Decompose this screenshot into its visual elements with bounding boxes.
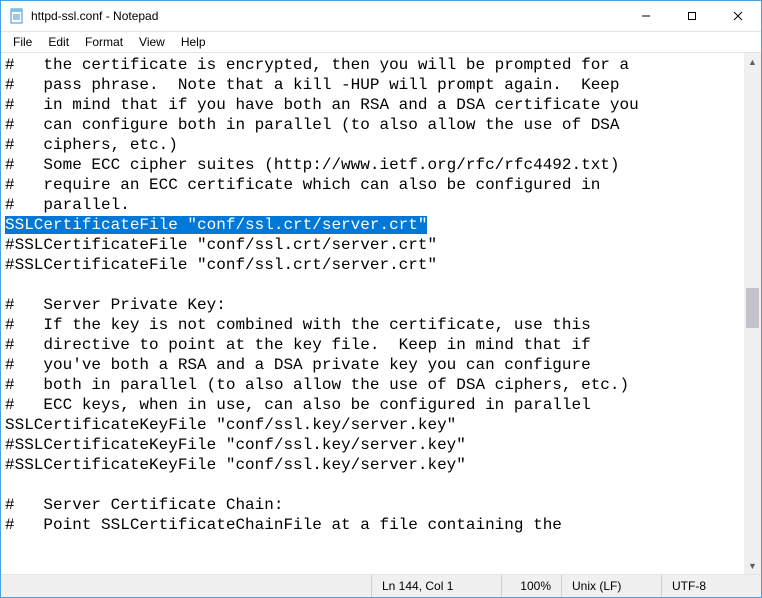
editor-line[interactable]: #SSLCertificateFile "conf/ssl.crt/server… [5,255,740,275]
notepad-window: httpd-ssl.conf - Notepad File Edit Forma… [0,0,762,598]
scroll-thumb[interactable] [746,288,759,328]
editor-line[interactable]: # ciphers, etc.) [5,135,740,155]
editor-line[interactable]: # ECC keys, when in use, can also be con… [5,395,740,415]
editor-line[interactable]: # both in parallel (to also allow the us… [5,375,740,395]
scroll-down-arrow[interactable]: ▼ [744,557,761,574]
status-zoom: 100% [501,575,561,597]
scroll-up-arrow[interactable]: ▲ [744,53,761,70]
status-empty [1,575,371,597]
editor-line[interactable] [5,275,740,295]
editor-line[interactable]: #SSLCertificateKeyFile "conf/ssl.key/ser… [5,435,740,455]
status-eol: Unix (LF) [561,575,661,597]
editor-line[interactable] [5,475,740,495]
notepad-icon [9,8,25,24]
editor-line[interactable]: SSLCertificateFile "conf/ssl.crt/server.… [5,215,740,235]
editor-line[interactable]: # directive to point at the key file. Ke… [5,335,740,355]
editor-line[interactable]: # Point SSLCertificateChainFile at a fil… [5,515,740,535]
editor-line[interactable]: SSLCertificateKeyFile "conf/ssl.key/serv… [5,415,740,435]
editor-line[interactable]: # Server Private Key: [5,295,740,315]
close-button[interactable] [715,1,761,31]
status-position: Ln 144, Col 1 [371,575,501,597]
menubar: File Edit Format View Help [1,32,761,52]
editor-line[interactable]: # Some ECC cipher suites (http://www.iet… [5,155,740,175]
editor-line[interactable]: # you've both a RSA and a DSA private ke… [5,355,740,375]
editor-line[interactable]: # pass phrase. Note that a kill -HUP wil… [5,75,740,95]
editor-area: # the certificate is encrypted, then you… [1,52,761,575]
minimize-button[interactable] [623,1,669,31]
text-editor[interactable]: # the certificate is encrypted, then you… [1,53,744,574]
vertical-scrollbar[interactable]: ▲ ▼ [744,53,761,574]
status-encoding: UTF-8 [661,575,761,597]
editor-line[interactable]: # can configure both in parallel (to als… [5,115,740,135]
menu-view[interactable]: View [131,33,173,51]
editor-line[interactable]: #SSLCertificateFile "conf/ssl.crt/server… [5,235,740,255]
editor-line[interactable]: # parallel. [5,195,740,215]
maximize-button[interactable] [669,1,715,31]
editor-line[interactable]: # Server Certificate Chain: [5,495,740,515]
window-title: httpd-ssl.conf - Notepad [31,9,158,23]
window-controls [623,1,761,31]
menu-file[interactable]: File [5,33,40,51]
editor-line[interactable]: # If the key is not combined with the ce… [5,315,740,335]
menu-edit[interactable]: Edit [40,33,77,51]
titlebar[interactable]: httpd-ssl.conf - Notepad [1,1,761,32]
editor-line[interactable]: # the certificate is encrypted, then you… [5,55,740,75]
statusbar: Ln 144, Col 1 100% Unix (LF) UTF-8 [1,575,761,597]
menu-format[interactable]: Format [77,33,131,51]
editor-line[interactable]: #SSLCertificateKeyFile "conf/ssl.key/ser… [5,455,740,475]
menu-help[interactable]: Help [173,33,214,51]
editor-line[interactable]: # require an ECC certificate which can a… [5,175,740,195]
editor-line[interactable]: # in mind that if you have both an RSA a… [5,95,740,115]
